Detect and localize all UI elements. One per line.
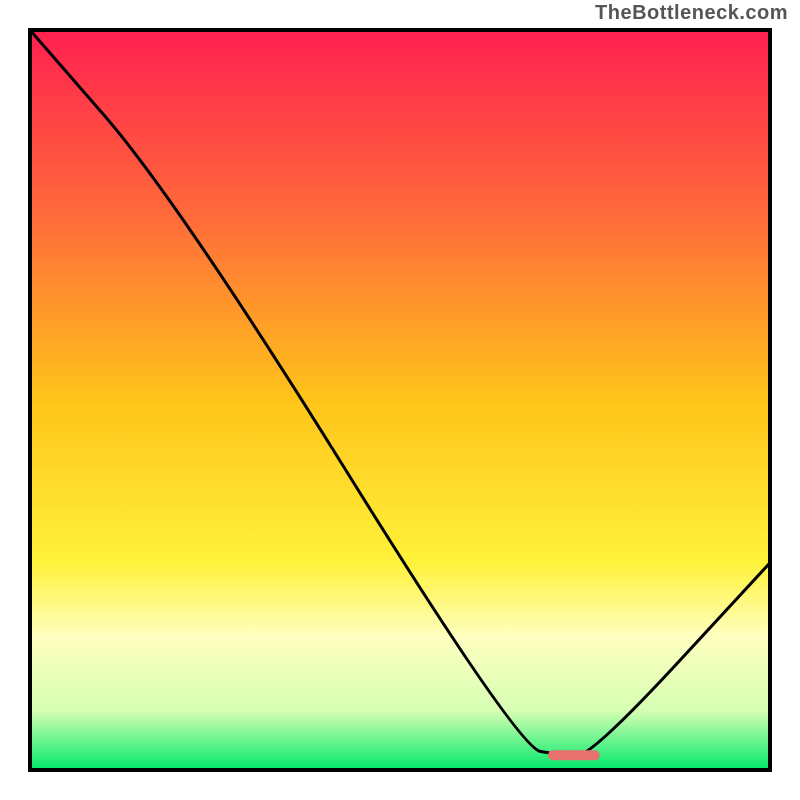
bottleneck-chart: [0, 0, 800, 800]
optimal-marker: [548, 750, 600, 760]
chart-wrap: TheBottleneck.com: [0, 0, 800, 800]
plot-background: [30, 30, 770, 770]
watermark-text: TheBottleneck.com: [595, 2, 788, 25]
